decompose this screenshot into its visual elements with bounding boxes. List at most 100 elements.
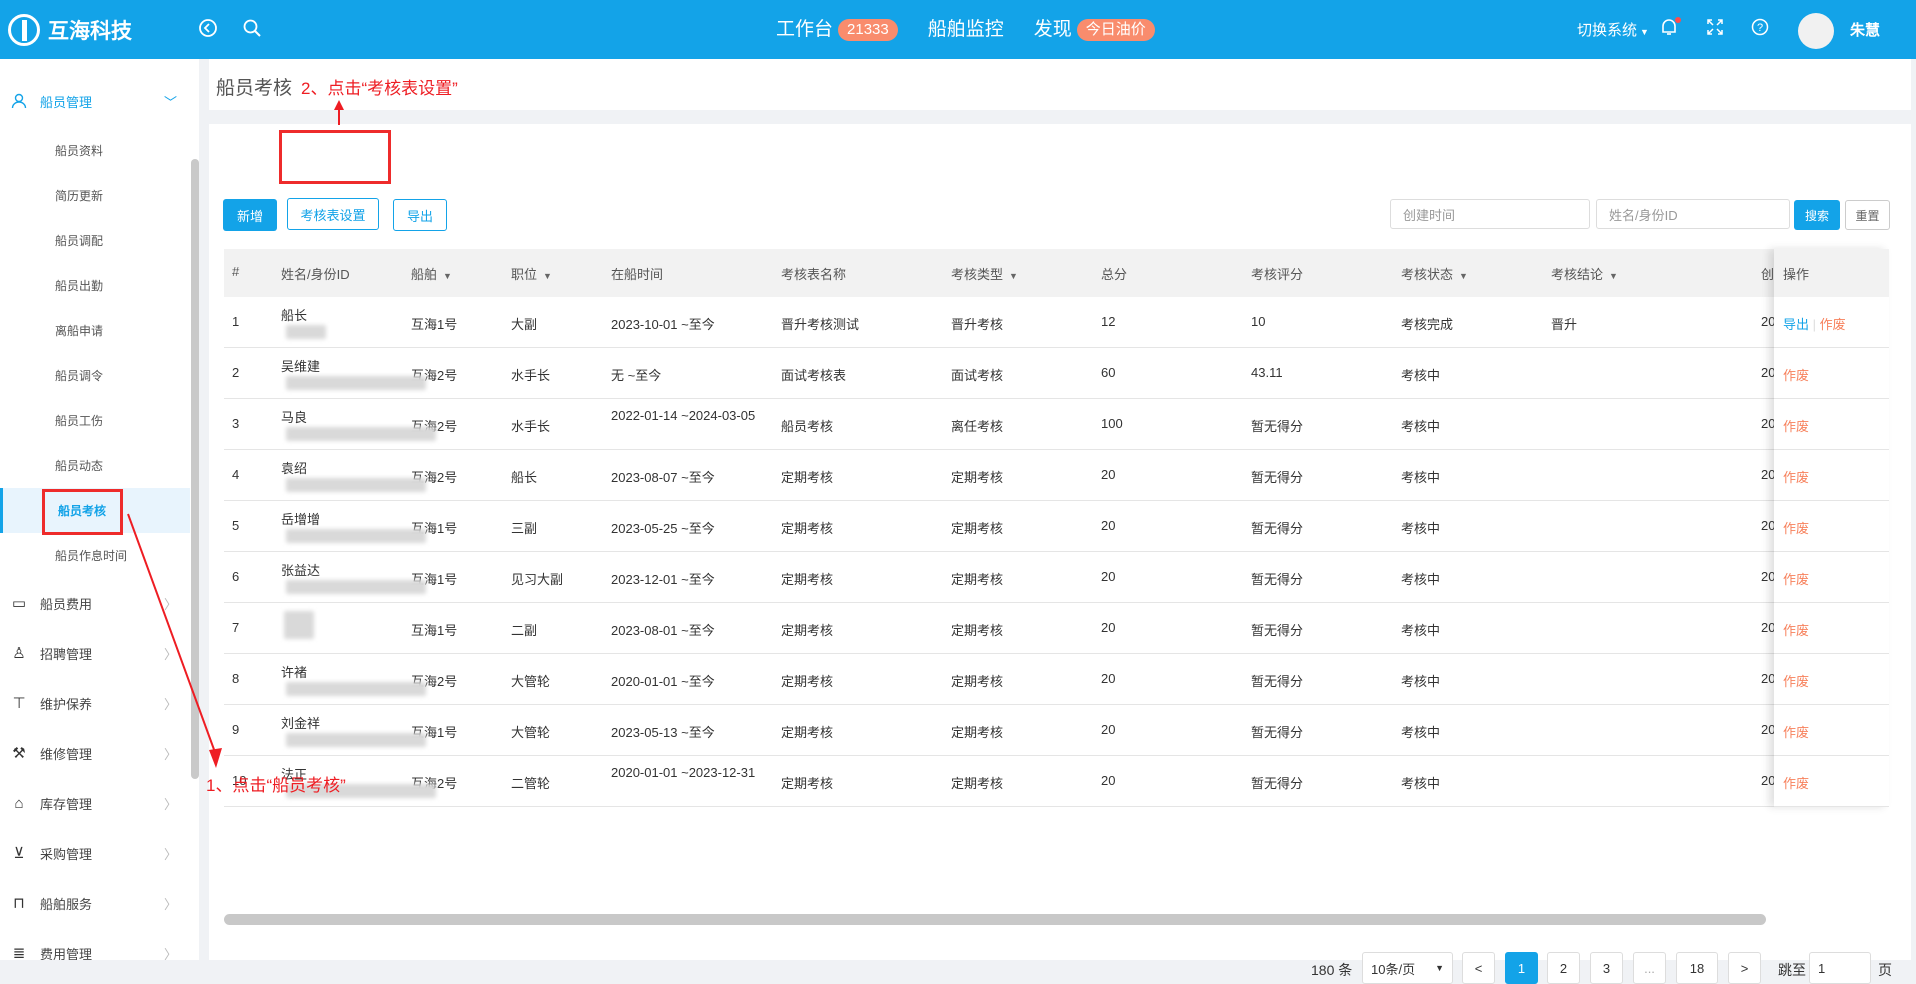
table-row: 7 互海1号 二副 2023-08-01 ~至今 定期考核 定期考核 20 暂无得分 考核中 20 <box>224 603 1884 654</box>
created-time-input[interactable]: 创建时间 <box>1390 199 1590 229</box>
row-total: 20 <box>1101 569 1116 584</box>
back-circle-icon[interactable] <box>198 18 218 43</box>
sidebar-sub-dynamics[interactable]: 船员动态 <box>0 443 190 488</box>
user-name[interactable]: 朱慧 <box>1850 19 1880 40</box>
col-status-label: 考核状态 <box>1401 267 1454 282</box>
col-position[interactable]: 职位 ▼ <box>511 264 552 283</box>
sidebar-sub-order[interactable]: 船员调令 <box>0 353 190 398</box>
search-button[interactable]: 搜索 <box>1794 200 1840 230</box>
row-name: 许褚 <box>281 665 308 680</box>
void-link[interactable]: 作废 <box>1783 623 1809 638</box>
sidebar-item-inventory[interactable]: ⌂ 库存管理 〉 <box>0 778 190 828</box>
void-link[interactable]: 作废 <box>1783 368 1809 383</box>
avatar[interactable] <box>1798 13 1834 49</box>
row-total: 20 <box>1101 467 1116 482</box>
switch-system-dropdown[interactable]: 切换系统 ▼ <box>1577 19 1649 40</box>
search-icon[interactable] <box>242 18 262 43</box>
col-ship[interactable]: 船舶 ▼ <box>411 264 452 283</box>
sidebar-item-purchase[interactable]: ⊻ 采购管理 〉 <box>0 828 190 878</box>
sidebar-sub-leave[interactable]: 离船申请 <box>0 308 190 353</box>
row-type: 面试考核 <box>951 368 1004 383</box>
switch-system-label: 切换系统 <box>1577 22 1638 39</box>
redacted-id <box>286 376 426 390</box>
row-status: 考核中 <box>1401 368 1441 383</box>
sidebar-sub-dispatch[interactable]: 船员调配 <box>0 218 190 263</box>
page-size-value: 10条/页 <box>1371 961 1416 977</box>
sidebar-item-crew-mgmt[interactable]: 船员管理 ﹀ <box>0 76 190 126</box>
row-ship: 互海1号 <box>411 623 458 638</box>
add-button[interactable]: 新增 <box>223 199 277 231</box>
row-status: 考核中 <box>1401 674 1441 689</box>
page-ellipsis[interactable]: ... <box>1633 952 1666 984</box>
logo[interactable]: 互海科技 <box>8 14 132 46</box>
prev-page-button[interactable]: < <box>1462 952 1495 984</box>
sidebar-item-maintenance[interactable]: ⊤ 维护保养 〉 <box>0 678 190 728</box>
annotation-step2: 2、点击“考核表设置” <box>301 79 458 98</box>
void-link[interactable]: 作废 <box>1783 521 1809 536</box>
void-link[interactable]: 作废 <box>1783 725 1809 740</box>
void-link[interactable]: 作废 <box>1783 674 1809 689</box>
sidebar-sub-crew-info[interactable]: 船员资料 <box>0 128 190 173</box>
sidebar-sub-injury[interactable]: 船员工伤 <box>0 398 190 443</box>
oil-price-badge[interactable]: 今日油价 <box>1076 19 1155 41</box>
void-link[interactable]: 作废 <box>1783 572 1809 587</box>
sidebar-item-ship-service[interactable]: ⊓ 船舶服务 〉 <box>0 878 190 928</box>
col-conclusion[interactable]: 考核结论 ▼ <box>1551 264 1618 283</box>
export-button[interactable]: 导出 <box>393 199 447 231</box>
sidebar-sub-label: 船员调令 <box>55 369 104 383</box>
row-position: 二副 <box>511 623 538 638</box>
sidebar-item-crew-fee[interactable]: ▭ 船员费用 〉 <box>0 578 190 628</box>
ops-row-divider <box>1774 500 1889 501</box>
caret-down-icon: ▼ <box>1609 271 1618 281</box>
sidebar-item-expense[interactable]: ≣ 费用管理 〉 <box>0 928 190 960</box>
name-id-search-input[interactable]: 姓名/身份ID <box>1596 199 1790 229</box>
jump-page-input[interactable]: 1 <box>1809 952 1871 984</box>
row-form-name: 船员考核 <box>781 419 834 434</box>
void-link[interactable]: 作废 <box>1783 419 1809 434</box>
next-page-button[interactable]: > <box>1728 952 1761 984</box>
nav-discover[interactable]: 发现 今日油价 <box>1034 17 1155 43</box>
page-size-select[interactable]: 10条/页 ▼ <box>1362 952 1453 984</box>
help-icon[interactable]: ? <box>1751 18 1769 41</box>
row-status: 考核中 <box>1401 776 1441 791</box>
row-total: 20 <box>1101 722 1116 737</box>
row-ops: 作废 <box>1783 467 1809 486</box>
sidebar-item-repair[interactable]: ⚒ 维修管理 〉 <box>0 728 190 778</box>
sidebar-sub-resume[interactable]: 简历更新 <box>0 173 190 218</box>
row-total: 20 <box>1101 671 1116 686</box>
row-number: 4 <box>232 467 240 482</box>
sidebar-sub-attendance[interactable]: 船员出勤 <box>0 263 190 308</box>
assessment-highlight-box <box>42 489 123 535</box>
ops-row-divider <box>1774 755 1889 756</box>
void-link[interactable]: 作废 <box>1783 470 1809 485</box>
col-type[interactable]: 考核类型 ▼ <box>951 264 1018 283</box>
void-link[interactable]: 作废 <box>1820 317 1846 332</box>
assessment-settings-button[interactable]: 考核表设置 <box>287 198 379 230</box>
sidebar-sub-label: 简历更新 <box>55 189 104 203</box>
reset-button[interactable]: 重置 <box>1845 200 1890 230</box>
fullscreen-icon[interactable] <box>1706 18 1724 41</box>
page-1-button[interactable]: 1 <box>1505 952 1538 984</box>
void-link[interactable]: 作废 <box>1783 776 1809 791</box>
nav-workbench[interactable]: 工作台 21333 <box>776 17 898 43</box>
cart-icon: ⊻ <box>13 845 25 862</box>
page-3-button[interactable]: 3 <box>1590 952 1623 984</box>
export-link[interactable]: 导出 <box>1783 317 1809 332</box>
row-type: 定期考核 <box>951 572 1004 587</box>
row-total: 20 <box>1101 518 1116 533</box>
row-ops: 导出 | 作废 <box>1783 314 1846 333</box>
row-onboard-time: 2023-10-01 ~至今 <box>611 317 715 332</box>
sidebar-item-recruit[interactable]: ♙ 招聘管理 〉 <box>0 628 190 678</box>
row-onboard-time: 2023-08-01 ~至今 <box>611 623 715 638</box>
sidebar-sub-rest-time[interactable]: 船员作息时间 <box>0 533 190 578</box>
row-type: 定期考核 <box>951 470 1004 485</box>
table-horizontal-scrollbar[interactable] <box>224 914 1766 925</box>
col-status[interactable]: 考核状态 ▼ <box>1401 264 1468 283</box>
page-2-button[interactable]: 2 <box>1547 952 1580 984</box>
page-18-button[interactable]: 18 <box>1676 952 1718 984</box>
sidebar-scrollbar[interactable] <box>191 159 199 779</box>
bell-icon[interactable] <box>1660 17 1681 42</box>
row-status: 考核中 <box>1401 572 1441 587</box>
user-icon <box>10 92 28 110</box>
nav-ship-monitor[interactable]: 船舶监控 <box>928 17 1004 43</box>
